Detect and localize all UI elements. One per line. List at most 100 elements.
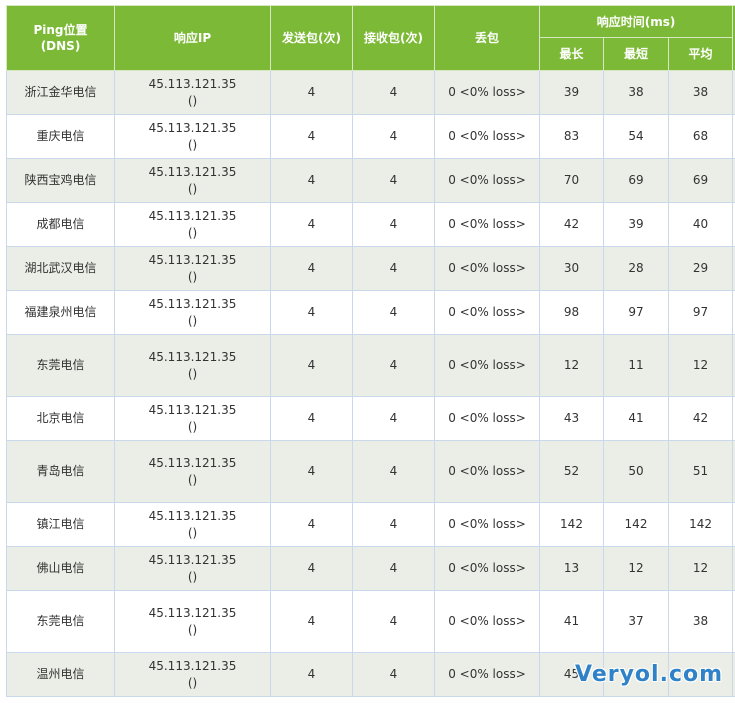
cell-min: 28 [603, 246, 669, 291]
cell-received: 4 [352, 502, 435, 547]
cell-max: 30 [539, 246, 604, 291]
cell-loss: 0 <0% loss> [434, 202, 540, 247]
cell-received: 4 [352, 396, 435, 441]
ip-address: 45.113.121.35 [148, 552, 237, 567]
cell-avg: 12 [667, 546, 734, 591]
cell-min: 39 [603, 202, 669, 247]
header-location: Ping位置 (DNS) [6, 5, 115, 71]
ip-address: 45.113.121.35 [148, 208, 237, 223]
cell-avg: 38 [667, 70, 734, 115]
cell-location: 佛山电信 [6, 546, 115, 591]
cell-received: 4 [352, 590, 435, 653]
table-row: 东莞电信 45.113.121.35() 4 4 0 <0% loss> 12 11 12 [6, 334, 735, 397]
header-loss: 丢包 [434, 5, 540, 71]
cell-min: 97 [603, 290, 669, 335]
cell-sent: 4 [270, 546, 353, 591]
cell-min: 11 [603, 334, 669, 397]
cell-max: 12 [539, 334, 604, 397]
cell-max: 43 [539, 396, 604, 441]
ip-hostname: () [187, 313, 198, 328]
cell-ip: 45.113.121.35 () [114, 290, 271, 335]
ping-results-body: 浙江金华电信 45.113.121.35() 4 4 0 <0% loss> 39 38 38… [6, 70, 735, 697]
cell-max: 42 [539, 202, 604, 247]
header-response-time: 响应时间(ms) [538, 5, 734, 38]
ip-address: 45.113.121.35 [148, 402, 237, 417]
ip-address: 45.113.121.35 [148, 349, 237, 364]
cell-sent: 4 [270, 114, 353, 159]
cell-min: 142 [603, 502, 669, 547]
cell-sent: 4 [270, 652, 353, 697]
header-max: 最长 [539, 37, 604, 71]
cell-loss: 0 <0% loss> [434, 396, 540, 441]
cell-max: 41 [539, 590, 604, 653]
cell-ip: 45.113.121.35 () [114, 70, 271, 115]
ip-hostname: () [187, 269, 198, 284]
cell-avg: 42 [667, 396, 734, 441]
watermark: Veryol.com [575, 662, 724, 687]
cell-ip: 45.113.121.35 () [114, 246, 271, 291]
cell-location: 福建泉州电信 [6, 290, 115, 335]
table-row: 浙江金华电信 45.113.121.35() 4 4 0 <0% loss> 39 38 38 [6, 70, 735, 115]
cell-min: 12 [603, 546, 669, 591]
cell-avg: 12 [667, 334, 734, 397]
cell-loss: 0 <0% loss> [434, 70, 540, 115]
ip-hostname: () [187, 419, 198, 434]
cell-ip: 45.113.121.35 () [114, 440, 271, 503]
cell-max: 13 [539, 546, 604, 591]
cell-location: 青岛电信 [6, 440, 115, 503]
ip-hostname: () [187, 569, 198, 584]
header-sent: 发送包(次) [270, 5, 353, 71]
cell-loss: 0 <0% loss> [434, 290, 540, 335]
header-received: 接收包(次) [352, 5, 435, 71]
cell-min: 41 [603, 396, 669, 441]
ip-hostname: () [187, 525, 198, 540]
cell-location: 北京电信 [6, 396, 115, 441]
cell-ip: 45.113.121.35 () [114, 396, 271, 441]
cell-max: 52 [539, 440, 604, 503]
cell-loss: 0 <0% loss> [434, 546, 540, 591]
cell-sent: 4 [270, 246, 353, 291]
cell-loss: 0 <0% loss> [434, 114, 540, 159]
cell-loss: 0 <0% loss> [434, 590, 540, 653]
ip-address: 45.113.121.35 [148, 76, 237, 91]
cell-loss: 0 <0% loss> [434, 158, 540, 203]
cell-received: 4 [352, 202, 435, 247]
ip-address: 45.113.121.35 [148, 658, 237, 673]
cell-sent: 4 [270, 202, 353, 247]
header-min: 最短 [603, 37, 669, 71]
ip-hostname: () [187, 181, 198, 196]
ping-results-table: Ping位置 (DNS) 响应IP 发送包(次) 接收包(次) 丢包 响应时间(… [6, 5, 735, 697]
cell-loss: 0 <0% loss> [434, 440, 540, 503]
cell-sent: 4 [270, 396, 353, 441]
cell-loss: 0 <0% loss> [434, 502, 540, 547]
cell-max: 39 [539, 70, 604, 115]
cell-avg: 97 [667, 290, 734, 335]
cell-ip: 45.113.121.35 () [114, 158, 271, 203]
cell-loss: 0 <0% loss> [434, 334, 540, 397]
cell-ip: 45.113.121.35 () [114, 652, 271, 697]
cell-min: 37 [603, 590, 669, 653]
cell-received: 4 [352, 334, 435, 397]
ip-hostname: () [187, 137, 198, 152]
cell-max: 83 [539, 114, 604, 159]
cell-received: 4 [352, 546, 435, 591]
cell-sent: 4 [270, 502, 353, 547]
cell-sent: 4 [270, 440, 353, 503]
table-row: 佛山电信 45.113.121.35() 4 4 0 <0% loss> 13 12 12 [6, 546, 735, 591]
ip-address: 45.113.121.35 [148, 252, 237, 267]
ip-address: 45.113.121.35 [148, 455, 237, 470]
ip-hostname: () [187, 366, 198, 381]
cell-location: 陕西宝鸡电信 [6, 158, 115, 203]
ip-hostname: () [187, 675, 198, 690]
cell-min: 38 [603, 70, 669, 115]
cell-min: 50 [603, 440, 669, 503]
cell-location: 浙江金华电信 [6, 70, 115, 115]
cell-max: 70 [539, 158, 604, 203]
cell-sent: 4 [270, 70, 353, 115]
cell-ip: 45.113.121.35 () [114, 546, 271, 591]
cell-avg: 142 [667, 502, 734, 547]
cell-sent: 4 [270, 158, 353, 203]
table-row: 东莞电信 45.113.121.35() 4 4 0 <0% loss> 41 37 38 [6, 590, 735, 653]
table-row: 青岛电信 45.113.121.35() 4 4 0 <0% loss> 52 50 51 [6, 440, 735, 503]
cell-location: 成都电信 [6, 202, 115, 247]
